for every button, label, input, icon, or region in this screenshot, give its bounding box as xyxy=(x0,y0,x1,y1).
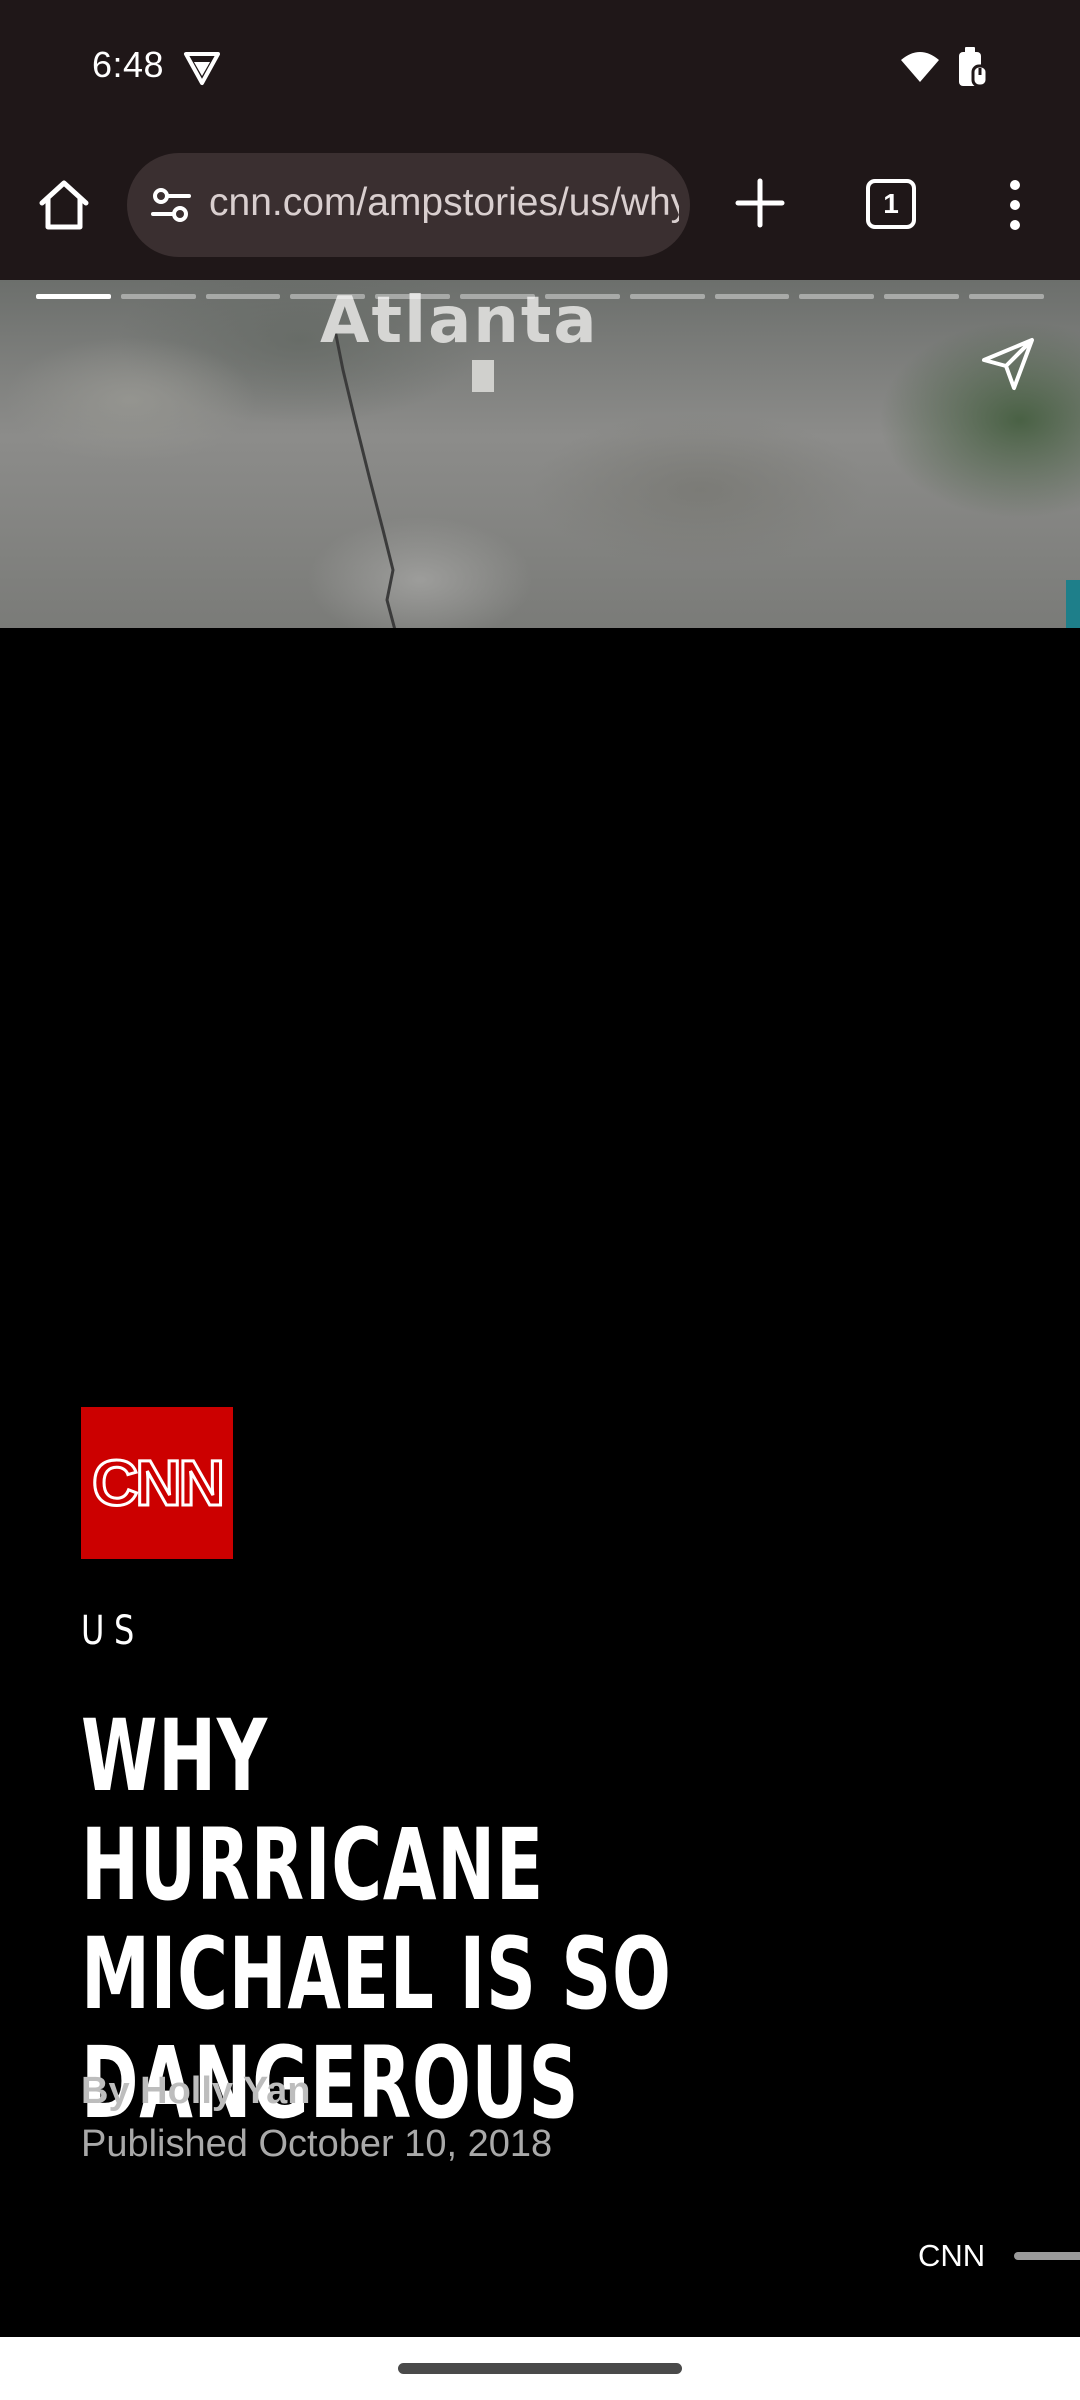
progress-segment xyxy=(544,294,620,299)
progress-segment xyxy=(884,294,960,299)
section-label: US xyxy=(81,1608,144,1654)
url-bar[interactable]: cnn.com/ampstories/us/why-hurricane-mich… xyxy=(127,153,690,257)
city-marker xyxy=(472,360,494,392)
map-border-line xyxy=(335,330,397,628)
cnn-logo: CNN xyxy=(81,1407,233,1559)
progress-segment xyxy=(36,294,111,299)
progress-segment xyxy=(120,294,196,299)
browser-toolbar: cnn.com/ampstories/us/why-hurricane-mich… xyxy=(0,135,1080,280)
progress-segment xyxy=(290,294,366,299)
plus-icon[interactable] xyxy=(732,175,788,231)
more-vert-icon[interactable] xyxy=(1000,175,1030,235)
status-time: 6:48 xyxy=(92,44,165,85)
vpn-key-icon xyxy=(184,52,220,85)
url-text[interactable]: cnn.com/ampstories/us/why-hurricane-mich… xyxy=(209,181,679,225)
progress-segment xyxy=(969,294,1044,299)
cnn-logo-text: CNN xyxy=(91,1446,227,1521)
progress-segment xyxy=(714,294,790,299)
publisher-attribution[interactable]: CNN xyxy=(918,2238,985,2274)
amp-story-page[interactable]: Atlanta CNN US WHY HURRICANE MICHAEL IS … xyxy=(0,280,1080,2337)
hero-satellite-image: Atlanta xyxy=(0,280,1080,628)
progress-segment xyxy=(460,294,535,299)
wifi-icon xyxy=(901,52,939,82)
published-date: Published October 10, 2018 xyxy=(81,2123,553,2165)
progress-segment xyxy=(629,294,705,299)
share-icon[interactable] xyxy=(980,336,1036,392)
progress-segment xyxy=(799,294,875,299)
tab-switcher-button[interactable]: 1 xyxy=(866,179,916,229)
home-icon[interactable] xyxy=(34,175,94,235)
byline: By Holly Yan xyxy=(81,2070,311,2112)
progress-segment xyxy=(205,294,281,299)
attribution-divider xyxy=(1014,2252,1080,2260)
story-progress-bar xyxy=(36,294,1044,300)
battery-icon xyxy=(959,47,989,88)
phone-screen: 6:48 cnn.com/ampstories/us/why-h xyxy=(0,0,1080,2400)
progress-segment xyxy=(375,294,451,299)
status-bar: 6:48 xyxy=(0,0,1080,135)
system-navigation-bar xyxy=(0,2337,1080,2400)
tune-icon[interactable] xyxy=(149,183,193,227)
gesture-handle[interactable] xyxy=(398,2363,682,2374)
